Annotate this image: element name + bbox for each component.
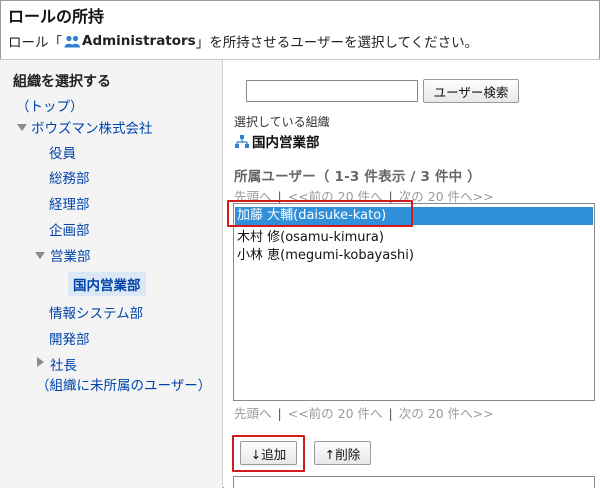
pager-first-link[interactable]: 先頭へ [234, 406, 272, 421]
tree-item-info-systems[interactable]: 情報システム部 [49, 302, 143, 322]
tree-item-unassigned[interactable]: （組織に未所属のユーザー） [36, 374, 211, 394]
org-chart-icon [235, 134, 249, 148]
remove-button[interactable]: ↑削除 [314, 441, 371, 465]
tree-item-sales[interactable]: 営業部 [50, 245, 91, 265]
members-listbox[interactable]: 加藤 大輔(daisuke-kato) 木村 修(osamu-kimura) 小… [233, 203, 595, 401]
pager-next-link[interactable]: 次の 20 件へ>> [399, 406, 494, 421]
tree-item-president[interactable]: 社長 [50, 354, 77, 374]
tree-item-general-affairs[interactable]: 総務部 [49, 167, 90, 187]
expand-right-icon[interactable] [37, 357, 44, 367]
user-search-button[interactable]: ユーザー検索 [423, 79, 519, 103]
pager-separator: | [388, 406, 393, 421]
pager-prev-link[interactable]: <<前の 20 件へ [288, 406, 383, 421]
page-title: ロールの所持 [8, 7, 105, 26]
list-item[interactable]: 木村 修(osamu-kimura) [235, 229, 593, 247]
org-tree-heading: 組織を選択する [13, 74, 111, 90]
role-users-icon [64, 35, 80, 47]
tree-item-accounting[interactable]: 経理部 [49, 193, 90, 213]
role-name: Administrators [82, 33, 196, 49]
pager-separator: | [277, 406, 282, 421]
description-suffix: 」を所持させるユーザーを選択してください。 [195, 35, 479, 51]
selected-org: 国内営業部 [234, 131, 320, 151]
tree-item-development[interactable]: 開発部 [49, 328, 90, 348]
expand-down-icon[interactable] [17, 124, 27, 131]
tree-item-top[interactable]: （トップ） [16, 95, 84, 115]
highlight-add-button [232, 435, 305, 472]
selected-org-name: 国内営業部 [252, 135, 320, 151]
user-search-input[interactable] [246, 80, 418, 102]
page-description: ロール「 Administrators 」を所持させるユーザーを選択してください… [8, 31, 478, 51]
list-item[interactable]: 小林 恵(megumi-kobayashi) [235, 247, 593, 265]
pager-bottom: 先頭へ | <<前の 20 件へ | 次の 20 件へ>> [234, 403, 494, 422]
expand-down-icon[interactable] [35, 252, 45, 259]
selected-users-listbox[interactable] [233, 476, 595, 488]
tree-item-domestic-sales[interactable]: 国内営業部 [68, 272, 146, 296]
highlight-selected-user [227, 200, 413, 227]
selected-org-label: 選択している組織 [234, 115, 330, 129]
description-prefix: ロール「 [8, 35, 62, 51]
tree-item-officers[interactable]: 役員 [49, 142, 76, 162]
tree-item-planning[interactable]: 企画部 [49, 219, 90, 239]
tree-item-company[interactable]: ボウズマン株式会社 [31, 117, 153, 137]
members-header: 所属ユーザー（ 1-3 件表示 / 3 件中 ） [234, 169, 481, 185]
